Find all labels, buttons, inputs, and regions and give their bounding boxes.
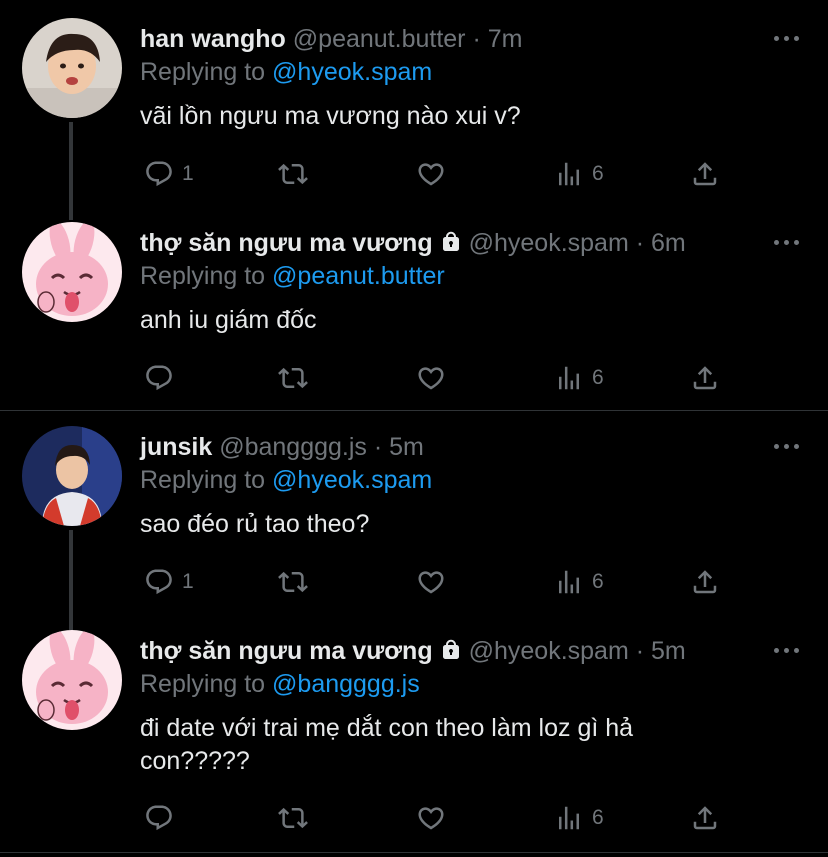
share-icon	[690, 803, 720, 833]
replying-prefix: Replying to	[140, 262, 266, 290]
share-icon	[690, 363, 720, 393]
more-icon[interactable]	[774, 642, 800, 658]
reply-button[interactable]	[144, 802, 182, 834]
tweet-text: sao đéo rủ tao theo?	[140, 510, 370, 538]
tweet[interactable]: junsik @bangggg.js · 5m Replying to @hye…	[0, 408, 828, 630]
tweet-actions: 6	[140, 362, 740, 394]
author-handle[interactable]: @peanut.butter	[293, 25, 466, 53]
more-icon[interactable]	[774, 438, 800, 454]
avatar[interactable]	[22, 18, 122, 118]
reply-button[interactable]: 1	[144, 566, 194, 598]
tweet-text: đi date với trai mẹ dắt con theo làm loz…	[140, 714, 634, 775]
reply-icon	[144, 567, 174, 597]
separator: ·	[373, 433, 383, 461]
author-name[interactable]: thợ săn ngưu ma vương	[140, 637, 433, 665]
reply-icon	[144, 159, 174, 189]
views-count: 6	[592, 162, 604, 185]
timestamp[interactable]: 7m	[488, 25, 523, 53]
views-button[interactable]: 6	[554, 362, 604, 394]
more-icon[interactable]	[774, 30, 800, 46]
replying-to: Replying to @peanut.butter	[140, 262, 445, 291]
views-icon	[554, 159, 584, 189]
tweet[interactable]: thợ săn ngưu ma vương @hyeok.spam · 6m Re…	[0, 204, 828, 410]
timestamp[interactable]: 5m	[389, 433, 424, 461]
replying-to: Replying to @bangggg.js	[140, 670, 420, 699]
tweet[interactable]: han wangho @peanut.butter · 7m Replying …	[0, 0, 828, 220]
replying-to: Replying to @hyeok.spam	[140, 58, 432, 87]
views-icon	[554, 803, 584, 833]
retweet-icon	[278, 363, 308, 393]
tweet-actions: 1 6	[140, 566, 740, 598]
author-name[interactable]: junsik	[140, 433, 212, 461]
reply-icon	[144, 803, 174, 833]
reply-mention-link[interactable]: @peanut.butter	[272, 262, 445, 290]
replying-prefix: Replying to	[140, 670, 266, 698]
reply-button[interactable]	[144, 362, 182, 394]
timestamp[interactable]: 5m	[651, 637, 686, 665]
share-button[interactable]	[690, 566, 720, 598]
replying-prefix: Replying to	[140, 58, 266, 86]
retweet-button[interactable]	[278, 802, 308, 834]
views-count: 6	[592, 570, 604, 593]
tweet-actions: 6	[140, 802, 740, 834]
separator: ·	[635, 637, 645, 665]
like-icon	[416, 159, 446, 189]
share-button[interactable]	[690, 802, 720, 834]
share-button[interactable]	[690, 158, 720, 190]
tweet-actions: 1 6	[140, 158, 740, 190]
tweet-text: vãi lồn ngưu ma vương nào xui v?	[140, 102, 521, 130]
retweet-button[interactable]	[278, 158, 308, 190]
reply-icon	[144, 363, 174, 393]
more-icon[interactable]	[774, 234, 800, 250]
author-handle[interactable]: @hyeok.spam	[469, 637, 629, 665]
like-icon	[416, 803, 446, 833]
like-button[interactable]	[416, 566, 446, 598]
separator: ·	[472, 25, 481, 53]
retweet-button[interactable]	[278, 362, 308, 394]
like-icon	[416, 567, 446, 597]
retweet-icon	[278, 159, 308, 189]
avatar[interactable]	[22, 222, 122, 322]
avatar[interactable]	[22, 630, 122, 730]
author-name[interactable]: han wangho	[140, 25, 286, 53]
share-icon	[690, 159, 720, 189]
like-icon	[416, 363, 446, 393]
replying-prefix: Replying to	[140, 466, 266, 494]
author-name[interactable]: thợ săn ngưu ma vương	[140, 229, 433, 257]
retweet-button[interactable]	[278, 566, 308, 598]
like-button[interactable]	[416, 158, 446, 190]
views-button[interactable]: 6	[554, 802, 604, 834]
reply-mention-link[interactable]: @hyeok.spam	[272, 58, 432, 86]
views-icon	[554, 567, 584, 597]
lock-icon	[439, 638, 463, 662]
lock-icon	[439, 230, 463, 254]
author-handle[interactable]: @hyeok.spam	[469, 229, 629, 257]
reply-mention-link[interactable]: @bangggg.js	[272, 670, 420, 698]
retweet-icon	[278, 567, 308, 597]
like-button[interactable]	[416, 802, 446, 834]
views-count: 6	[592, 806, 604, 829]
divider	[0, 852, 828, 853]
tweet-text: anh iu giám đốc	[140, 306, 317, 334]
views-button[interactable]: 6	[554, 158, 604, 190]
like-button[interactable]	[416, 362, 446, 394]
replying-to: Replying to @hyeok.spam	[140, 466, 432, 495]
views-button[interactable]: 6	[554, 566, 604, 598]
avatar[interactable]	[22, 426, 122, 526]
reply-count: 1	[182, 162, 194, 185]
views-count: 6	[592, 366, 604, 389]
author-handle[interactable]: @bangggg.js	[219, 433, 367, 461]
separator: ·	[635, 229, 645, 257]
reply-mention-link[interactable]: @hyeok.spam	[272, 466, 432, 494]
reply-count: 1	[182, 570, 194, 593]
share-icon	[690, 567, 720, 597]
reply-button[interactable]: 1	[144, 158, 194, 190]
timestamp[interactable]: 6m	[651, 229, 686, 257]
tweet[interactable]: thợ săn ngưu ma vương @hyeok.spam · 5m Re…	[0, 612, 828, 857]
share-button[interactable]	[690, 362, 720, 394]
retweet-icon	[278, 803, 308, 833]
views-icon	[554, 363, 584, 393]
